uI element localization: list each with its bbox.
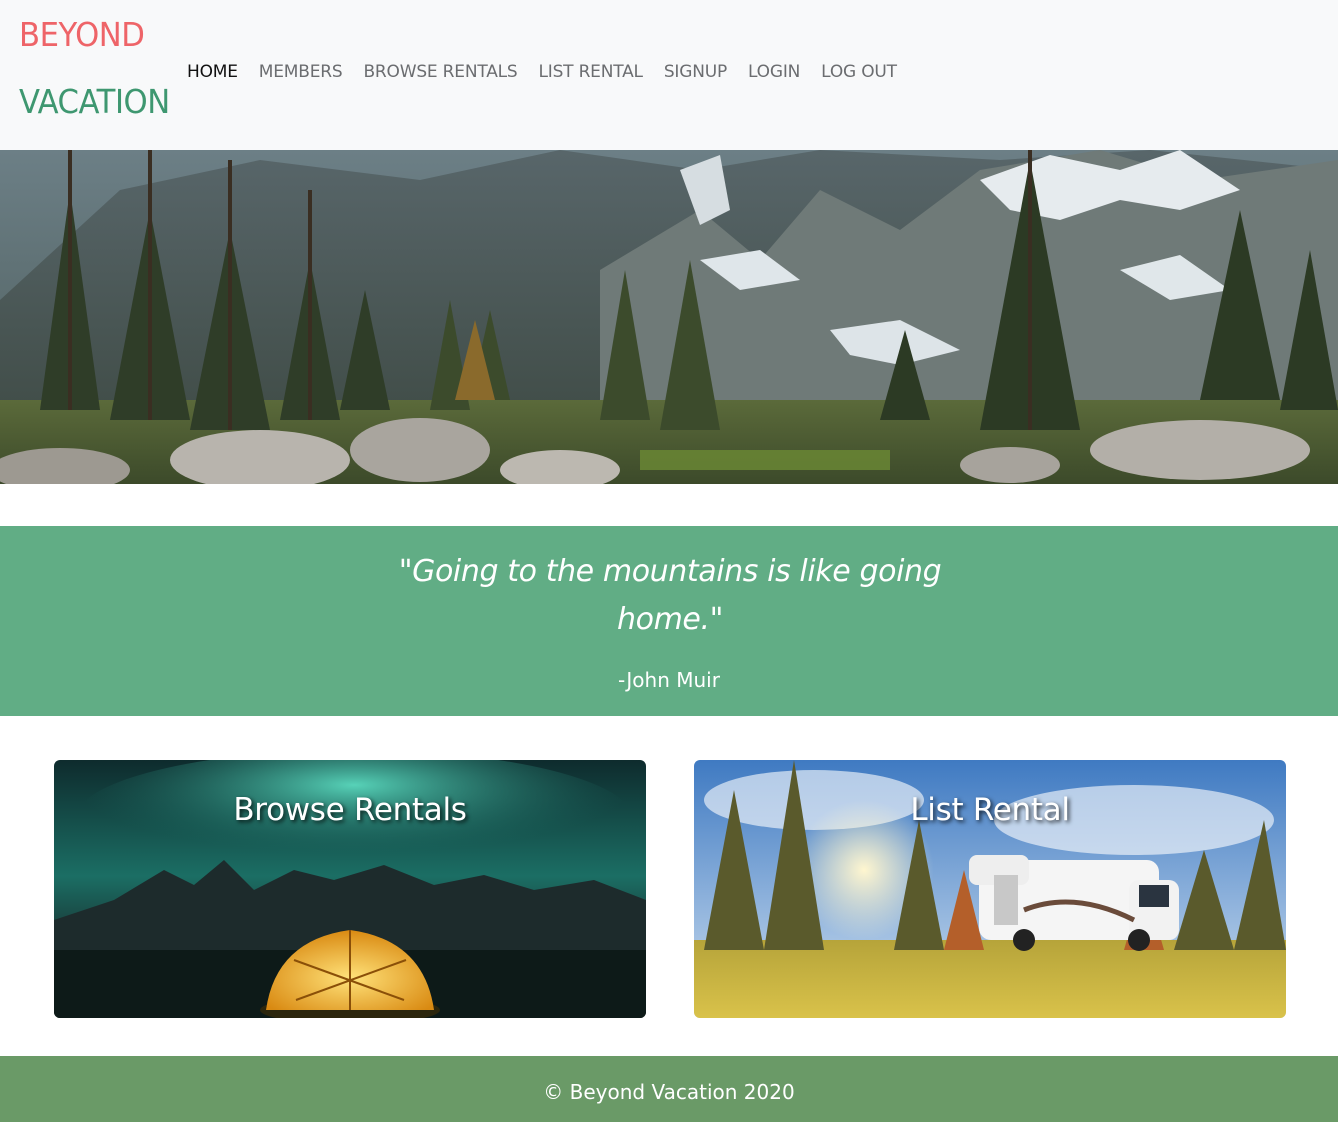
browse-rentals-card[interactable]: Browse Rentals xyxy=(54,760,646,1018)
hero-image xyxy=(0,150,1338,484)
brand-logo[interactable]: BEYOND VACATION xyxy=(19,18,181,118)
footer-copyright: © Beyond Vacation 2020 xyxy=(543,1080,795,1104)
nav-list-rental[interactable]: LIST RENTAL xyxy=(539,62,644,82)
nav-log-out[interactable]: LOG OUT xyxy=(821,62,897,82)
hero-landscape-illustration xyxy=(0,150,1338,484)
footer: © Beyond Vacation 2020 xyxy=(0,1056,1338,1122)
quote-text: "Going to the mountains is like going ho… xyxy=(398,554,942,637)
quote-section: "Going to the mountains is like going ho… xyxy=(0,526,1338,716)
main-nav: HOME MEMBERS BROWSE RENTALS LIST RENTAL … xyxy=(187,62,918,82)
list-rental-title: List Rental xyxy=(910,792,1070,828)
nav-login[interactable]: LOGIN xyxy=(748,62,800,82)
brand-line2: VACATION xyxy=(19,82,170,121)
navbar: BEYOND VACATION HOME MEMBERS BROWSE RENT… xyxy=(0,0,1338,150)
nav-members[interactable]: MEMBERS xyxy=(259,62,343,82)
nav-browse-rentals[interactable]: BROWSE RENTALS xyxy=(363,62,517,82)
list-rental-card[interactable]: List Rental xyxy=(694,760,1286,1018)
nav-home[interactable]: HOME xyxy=(187,62,238,82)
brand-line1: BEYOND xyxy=(19,15,145,54)
browse-rentals-title: Browse Rentals xyxy=(233,792,467,828)
nav-signup[interactable]: SIGNUP xyxy=(664,62,727,82)
quote-author: -John Muir xyxy=(618,668,720,692)
